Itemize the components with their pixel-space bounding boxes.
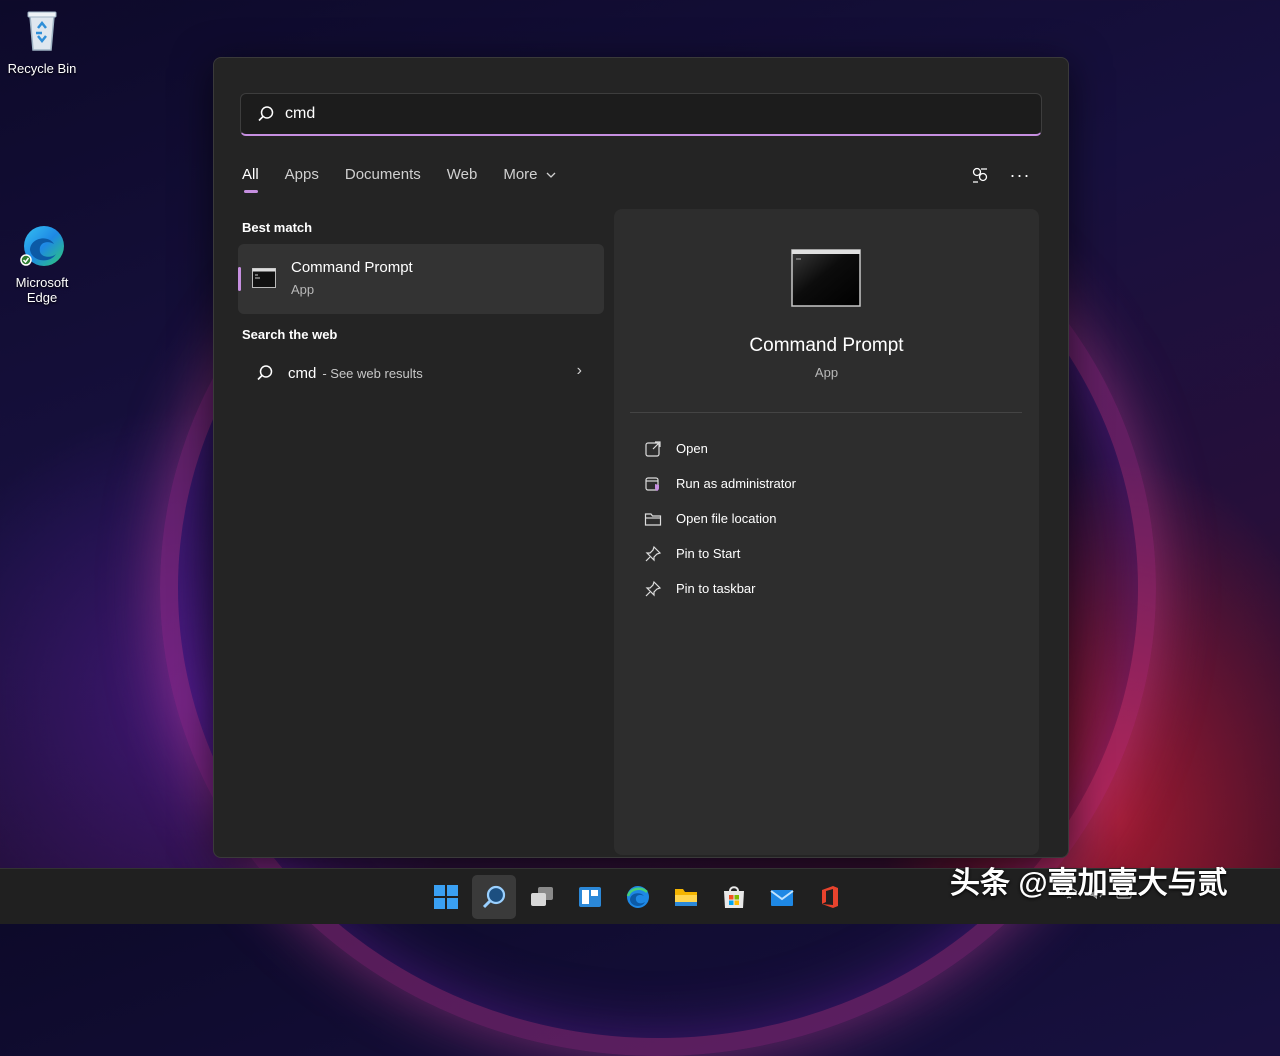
action-list: Open Run as administrator Open file loca… [644, 431, 796, 606]
tab-label: More [503, 166, 538, 183]
search-web-heading: Search the web [242, 327, 338, 342]
recycle-bin-icon [27, 11, 57, 51]
filter-tabs: All Apps Documents Web More [242, 166, 556, 193]
taskbar-widgets[interactable] [568, 875, 612, 919]
chevron-right-icon: › [576, 362, 582, 379]
command-prompt-icon [252, 268, 276, 288]
result-detail-pane: Command Prompt App Open Run as administr… [614, 209, 1039, 855]
result-title: Command Prompt [291, 259, 413, 276]
tab-apps[interactable]: Apps [285, 166, 319, 191]
tab-all[interactable]: All [242, 166, 259, 193]
action-label: Open [676, 441, 708, 456]
selection-accent [238, 267, 241, 291]
action-label: Open file location [676, 511, 777, 526]
shield-admin-icon [645, 476, 659, 491]
command-prompt-large-icon [791, 249, 861, 307]
taskbar-edge[interactable] [616, 875, 660, 919]
chevron-down-icon [546, 172, 556, 178]
best-match-heading: Best match [242, 220, 313, 235]
share-button[interactable] [967, 162, 993, 188]
mail-icon [770, 890, 794, 906]
open-external-icon [645, 440, 661, 457]
pin-icon [645, 545, 662, 561]
taskbar-file-explorer[interactable] [664, 875, 708, 919]
action-pin-to-taskbar[interactable]: Pin to taskbar [644, 571, 796, 606]
tab-label: All [242, 166, 259, 183]
search-icon [482, 885, 506, 909]
taskbar-apps [424, 875, 852, 919]
result-subtitle: App [291, 282, 315, 297]
office-icon [822, 886, 838, 908]
tab-more[interactable]: More [503, 166, 556, 191]
web-results-hint: - See web results [322, 365, 423, 381]
taskbar-start[interactable] [424, 875, 468, 919]
desktop-icon-label: Recycle Bin [7, 61, 77, 76]
action-label: Run as administrator [676, 476, 796, 491]
start-search-panel: All Apps Documents Web More ··· Best mat… [213, 57, 1069, 858]
tab-label: Apps [284, 166, 319, 183]
action-label: Pin to taskbar [676, 581, 756, 596]
action-pin-to-start[interactable]: Pin to Start [644, 536, 796, 571]
start-icon [434, 885, 458, 909]
edge-icon [626, 886, 649, 908]
taskbar-office[interactable] [808, 875, 852, 919]
file-explorer-icon [675, 889, 697, 906]
taskbar-mail[interactable] [760, 875, 804, 919]
action-open[interactable]: Open [644, 431, 796, 466]
desktop-icon-microsoft-edge[interactable]: Microsoft Edge [0, 220, 84, 305]
search-box[interactable] [240, 93, 1042, 136]
search-icon [258, 106, 274, 122]
tab-web[interactable]: Web [447, 166, 478, 191]
web-search-result[interactable]: cmd - See web results › [238, 356, 604, 390]
ellipsis-icon: ··· [1009, 164, 1031, 185]
edge-icon [20, 226, 64, 266]
action-run-as-admin[interactable]: Run as administrator [644, 466, 796, 501]
taskbar-search[interactable] [472, 875, 516, 919]
desktop-icon-recycle-bin[interactable]: Recycle Bin [0, 6, 84, 76]
taskbar-store[interactable] [712, 875, 756, 919]
divider [630, 412, 1022, 413]
detail-subtitle: App [814, 365, 839, 380]
detail-title: Command Prompt [749, 335, 904, 356]
desktop-icon-label: Microsoft Edge [15, 275, 69, 305]
web-query: cmd [288, 364, 317, 382]
task-view-icon [531, 887, 553, 906]
share-icon [972, 167, 988, 183]
search-icon [257, 365, 273, 381]
action-label: Pin to Start [676, 546, 741, 561]
folder-icon [644, 512, 662, 526]
pin-icon [645, 580, 662, 596]
watermark: 头条 @壹加壹大与贰 [950, 867, 1228, 900]
store-icon [724, 886, 744, 908]
tab-documents[interactable]: Documents [345, 166, 421, 191]
best-match-result[interactable]: Command Prompt App [238, 244, 604, 314]
taskbar-task-view[interactable] [520, 875, 564, 919]
more-options-button[interactable]: ··· [1007, 162, 1033, 188]
tab-label: Documents [344, 166, 421, 183]
action-open-file-location[interactable]: Open file location [644, 501, 796, 536]
tab-label: Web [446, 166, 478, 183]
search-input[interactable] [283, 104, 1027, 124]
widgets-icon [579, 887, 601, 907]
